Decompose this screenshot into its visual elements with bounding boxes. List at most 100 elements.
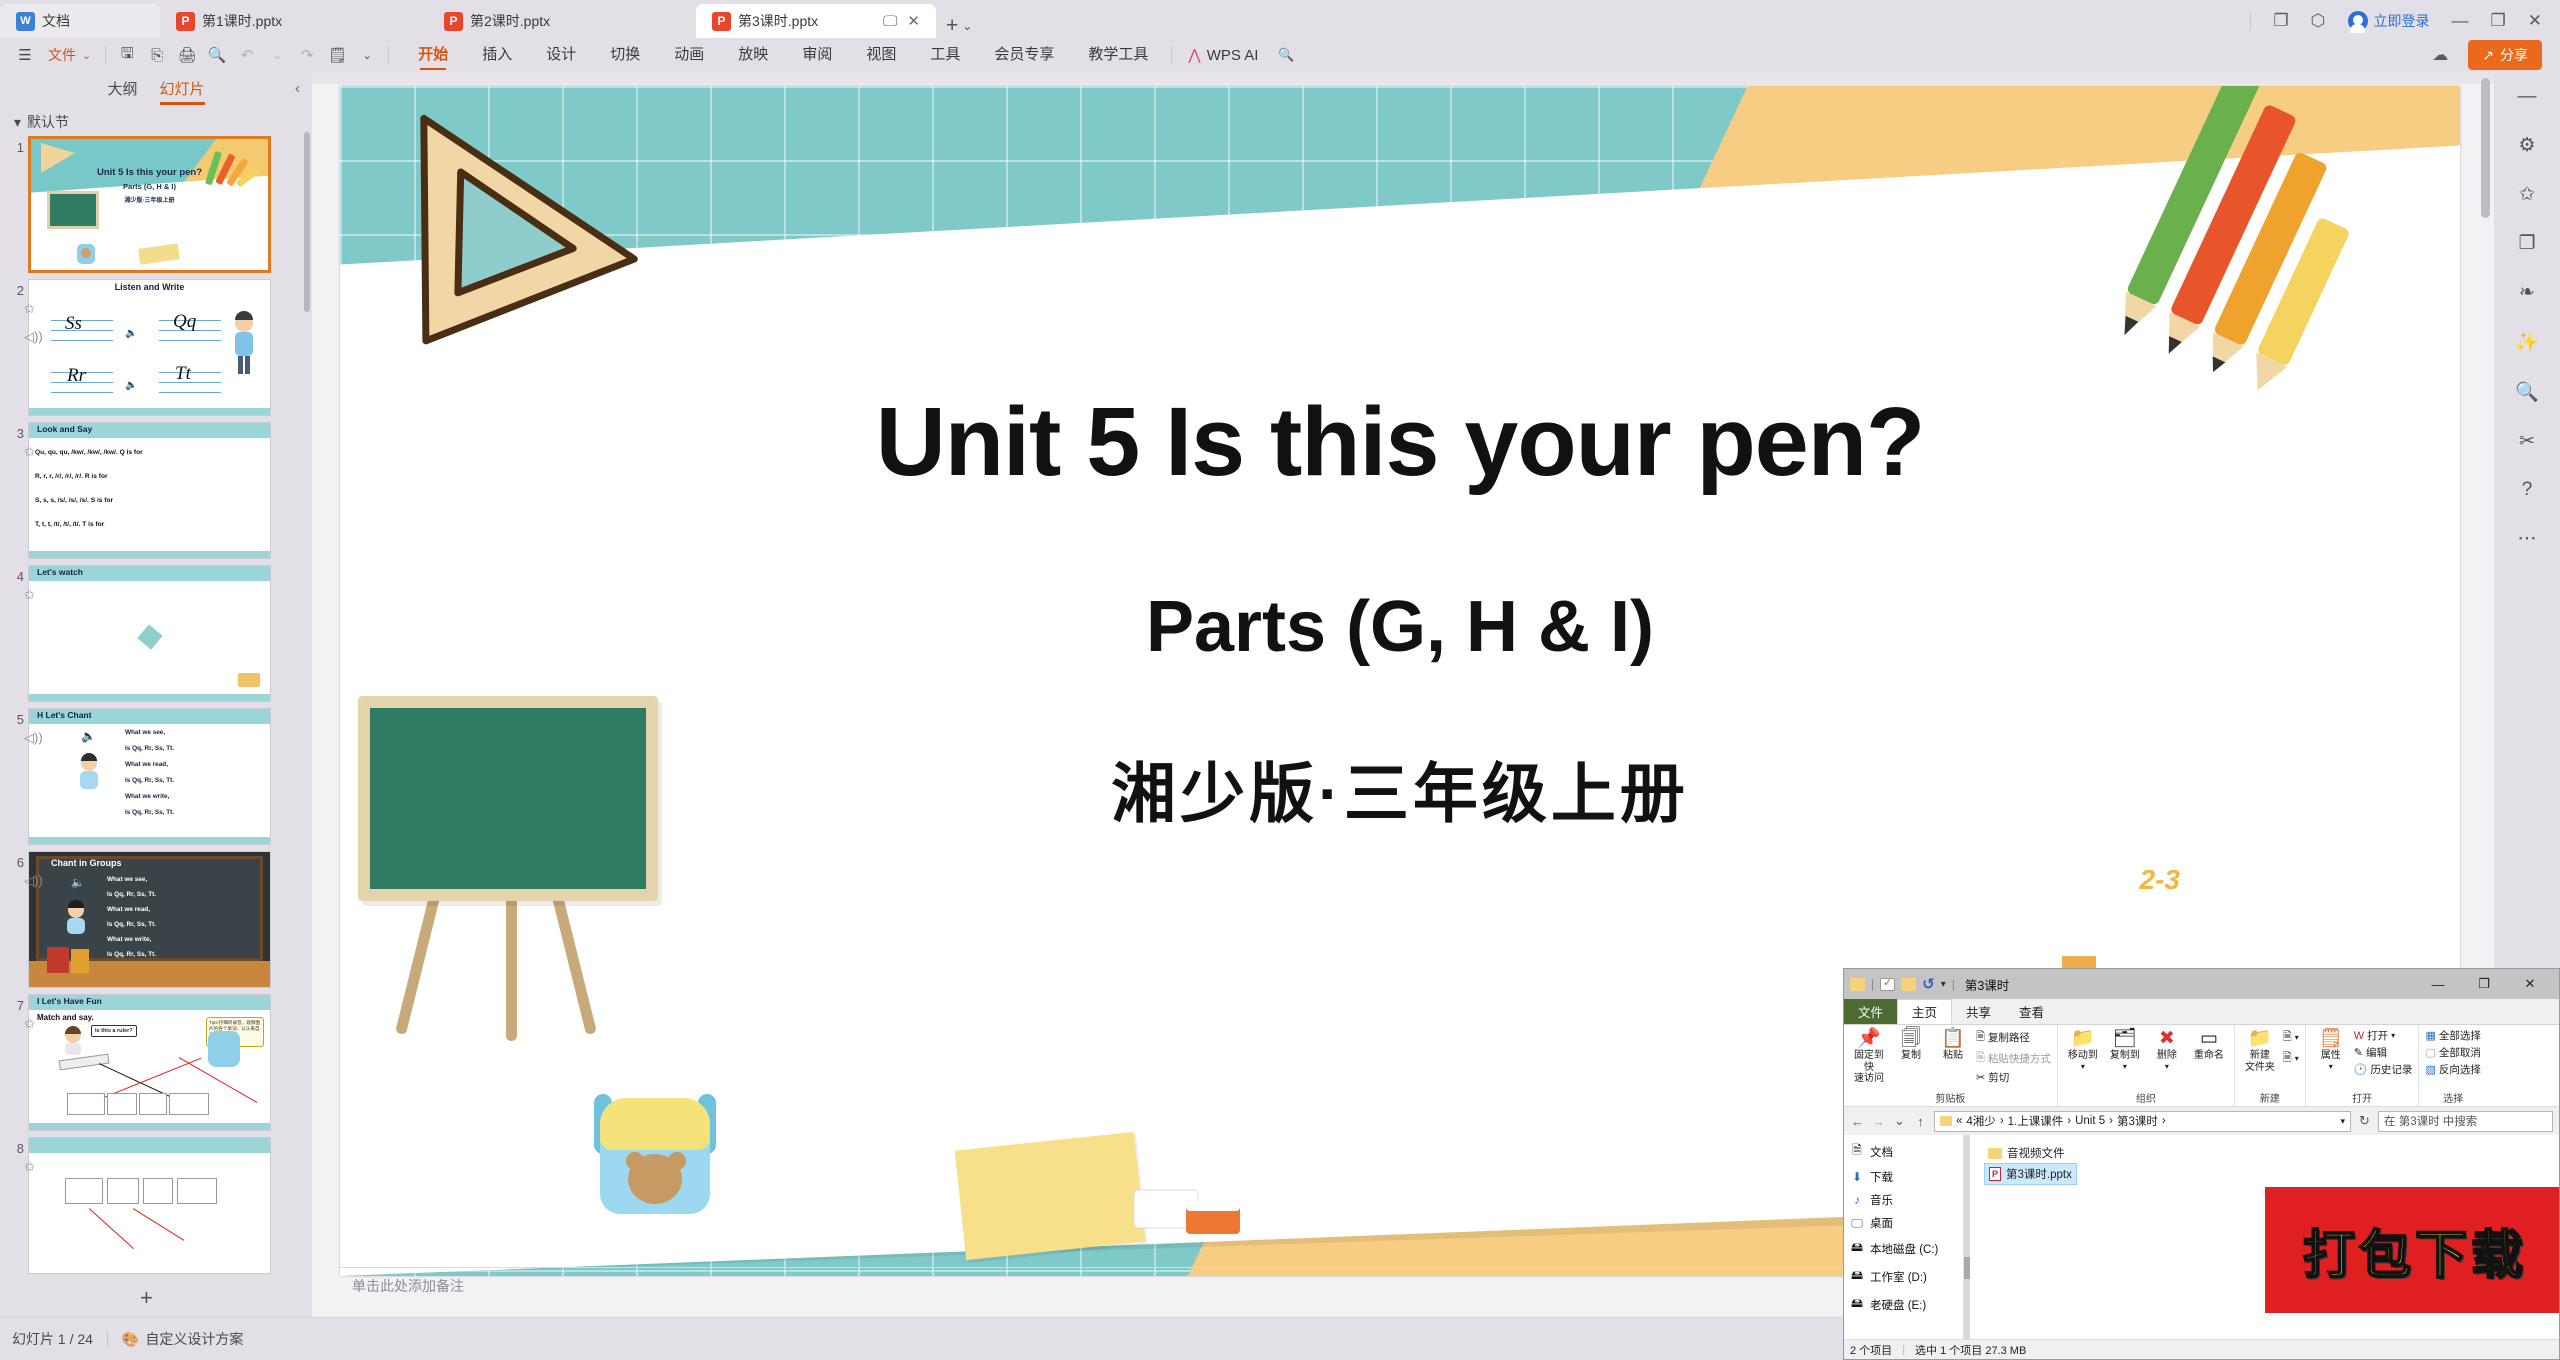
sidebar-item-music[interactable]: ♪ 音乐	[1850, 1192, 1963, 1208]
present-icon[interactable]: 🖵	[883, 13, 897, 30]
list-item[interactable]: 音视频文件	[1984, 1143, 2069, 1163]
forward-button[interactable]: →	[1871, 1114, 1886, 1129]
thumbnail-item-7[interactable]: 7 I Let's Have Fun Match and say. Is thi…	[0, 988, 312, 1131]
thumbnail-item-3[interactable]: 3 Look and Say Qu, qu, qu, /kw/, /kw/, /…	[0, 416, 312, 559]
design-icon[interactable]: ✂	[2519, 430, 2535, 453]
more-icon[interactable]: ⋯	[2518, 527, 2537, 550]
edit-button[interactable]: ✎ 编辑	[2354, 1045, 2413, 1060]
save-as-icon[interactable]: ⎘	[142, 42, 172, 68]
add-slide-button[interactable]: +	[140, 1285, 153, 1311]
speaker-icon[interactable]: 🔈	[125, 380, 137, 391]
paste-shortcut-button[interactable]: 🗎 粘贴快捷方式	[1976, 1049, 2051, 1068]
minimize-button[interactable]: —	[2415, 977, 2461, 992]
menu-start[interactable]: 开始	[401, 38, 465, 72]
sidebar-item-drive-d[interactable]: 🖴 工作室 (D:)	[1850, 1266, 1963, 1287]
maximize-button[interactable]: ❐	[2461, 976, 2507, 992]
explorer-sidebar[interactable]: 🗎 文档 ⬇ 下载 ♪ 音乐 🖵 桌面 🖴 本地磁盘 (C:) 🖴 工作室 (D:) 🖴 老硬…	[1844, 1135, 1964, 1339]
speaker-icon[interactable]: 🔈	[125, 328, 137, 339]
thumbnail-item-2[interactable]: 2 Listen and Write Ss Qq Rr Tt 🔈 🔈 ✩ ◁))	[0, 273, 312, 416]
menu-slideshow[interactable]: 放映	[721, 38, 785, 72]
thumbnail-item-4[interactable]: 4 Let's watch ✩	[0, 559, 312, 702]
menu-insert[interactable]: 插入	[465, 38, 529, 72]
thumbnail-preview[interactable]: Let's watch	[28, 565, 271, 702]
explorer-tab-view[interactable]: 查看	[2005, 999, 2058, 1024]
help-icon[interactable]: ?	[2522, 479, 2533, 501]
menu-tools[interactable]: 工具	[913, 38, 977, 72]
paste-button[interactable]: 📋 粘贴	[1934, 1028, 1972, 1062]
thumbnail-item-5[interactable]: 5 H Let's Chant 🔈 What we see, Is Qq, Rr…	[0, 702, 312, 845]
file-menu-button[interactable]: 文件 ⌄	[40, 45, 99, 65]
minimize-button[interactable]: —	[2452, 11, 2469, 31]
explorer-tab-home[interactable]: 主页	[1897, 999, 1953, 1024]
animation-star-icon[interactable]: ✩	[2519, 183, 2535, 206]
breadcrumb[interactable]: « 4湘少 › 1.上课课件 › Unit 5 › 第3课时 › ▾	[1934, 1110, 2351, 1132]
home-tab[interactable]: W 文档	[0, 4, 160, 38]
delete-button[interactable]: ✖ 删除 ▾	[2148, 1028, 2186, 1071]
slide-subtitle[interactable]: Parts (G, H & I)	[340, 586, 2460, 668]
thumbnail-preview[interactable]: Unit 5 Is this your pen? Parts (G, H & I…	[28, 136, 271, 273]
sidebar-item-drive-c[interactable]: 🖴 本地磁盘 (C:)	[1850, 1238, 1963, 1259]
open-with-wps-button[interactable]: W 打开 ▾	[2354, 1028, 2413, 1043]
close-button[interactable]: ✕	[2507, 976, 2553, 992]
speaker-icon[interactable]: 🔈	[81, 729, 96, 743]
refresh-button[interactable]: ↻	[2357, 1113, 2372, 1129]
thumbnail-preview[interactable]	[28, 1137, 271, 1274]
wps-ai-button[interactable]: ⋀ WPS AI	[1178, 46, 1268, 65]
audio-icon[interactable]: ◁))	[24, 730, 43, 746]
tile-windows-icon[interactable]: ❐	[2273, 11, 2288, 31]
slide-publisher[interactable]: 湘少版·三年级上册	[340, 741, 2460, 835]
menu-teaching-tools[interactable]: 教学工具	[1071, 38, 1165, 72]
menu-design[interactable]: 设计	[529, 38, 593, 72]
sidebar-item-drive-e[interactable]: 🖴 老硬盘 (E:)	[1850, 1294, 1963, 1315]
tab-outline[interactable]: 大纲	[107, 78, 137, 99]
menu-animation[interactable]: 动画	[657, 38, 721, 72]
explorer-tab-file[interactable]: 文件	[1844, 999, 1898, 1024]
up-button[interactable]: ↑	[1913, 1114, 1928, 1129]
thumbnail-preview[interactable]: Chant in Groups 🔈 What we see, Is Qq, Rr…	[28, 851, 271, 988]
thumbnail-preview[interactable]: Listen and Write Ss Qq Rr Tt 🔈 🔈	[28, 279, 271, 416]
collapse-panel-icon[interactable]: ‹	[295, 80, 300, 97]
select-none-button[interactable]: ▢ 全部取消	[2425, 1045, 2480, 1060]
redo-icon[interactable]: ↷	[292, 42, 322, 68]
breadcrumb-item-2[interactable]: 1.上课课件	[2008, 1113, 2064, 1129]
design-scheme-button[interactable]: 🎨 自定义设计方案	[122, 1329, 243, 1349]
animation-star-icon[interactable]: ✩	[24, 1159, 35, 1175]
undo-dropdown-icon[interactable]: ⌄	[262, 42, 292, 68]
undo-icon[interactable]: ↶	[232, 42, 262, 68]
copy-to-button[interactable]: 🗂 复制到 ▾	[2106, 1028, 2144, 1071]
tab-lesson-2[interactable]: P 第2课时.pptx	[428, 4, 696, 38]
thumbnail-item-6[interactable]: 6 Chant in Groups 🔈 What we see, Is Qq, …	[0, 845, 312, 988]
properties-button[interactable]: 🗒 属性 ▾	[2312, 1028, 2350, 1071]
chevron-down-icon[interactable]: ⌄	[962, 19, 972, 33]
thumbnail-item-8[interactable]: 8 ✩	[0, 1131, 312, 1274]
invert-selection-button[interactable]: ▧ 反向选择	[2425, 1062, 2480, 1077]
recent-locations-button[interactable]: ⌄	[1892, 1113, 1907, 1129]
close-icon[interactable]: ✕	[907, 12, 920, 30]
edit-mode-icon[interactable]: 🗒	[322, 42, 352, 68]
breadcrumb-item-4[interactable]: 第3课时	[2117, 1113, 2158, 1129]
menu-transition[interactable]: 切换	[593, 38, 657, 72]
print-icon[interactable]: 🖨	[172, 42, 202, 68]
qat-dropdown-icon[interactable]: ⌄	[352, 42, 382, 68]
file-explorer-window[interactable]: | ↺ ▾ | 第3课时 — ❐ ✕ 文件 主页 共享 查看 📌 固定到快 速访…	[1843, 968, 2560, 1360]
explorer-tab-share[interactable]: 共享	[1952, 999, 2005, 1024]
history-button[interactable]: 🕑 历史记录	[2354, 1062, 2413, 1077]
rename-button[interactable]: ▭ 重命名	[2190, 1028, 2228, 1062]
new-item-button[interactable]: 🗎 ▾	[2283, 1028, 2299, 1047]
new-tab-button[interactable]: + ⌄	[936, 14, 982, 38]
chevron-down-icon[interactable]: ▾	[2340, 1116, 2345, 1127]
easy-access-button[interactable]: 🗎 ▾	[2283, 1049, 2299, 1068]
thumbnail-preview[interactable]: I Let's Have Fun Match and say. Is this …	[28, 994, 271, 1131]
audio-icon[interactable]: ◁))	[24, 873, 43, 889]
sidebar-item-desktop[interactable]: 🖵 桌面	[1850, 1215, 1963, 1231]
animation-star-icon[interactable]: ✩	[24, 301, 43, 317]
animation-star-icon[interactable]: ✩	[24, 587, 35, 603]
properties-check-icon[interactable]	[1880, 976, 1896, 991]
animation-star-icon[interactable]: ✩	[24, 1016, 35, 1032]
new-folder-button[interactable]: 📁 新建 文件夹	[2241, 1028, 2279, 1073]
magic-wand-icon[interactable]: ✨	[2515, 330, 2539, 354]
collapse-icon[interactable]: —	[2518, 86, 2537, 108]
back-button[interactable]: ←	[1850, 1114, 1865, 1129]
thumbnail-scrollbar[interactable]	[304, 132, 310, 312]
search-icon[interactable]: 🔍	[1268, 47, 1294, 63]
